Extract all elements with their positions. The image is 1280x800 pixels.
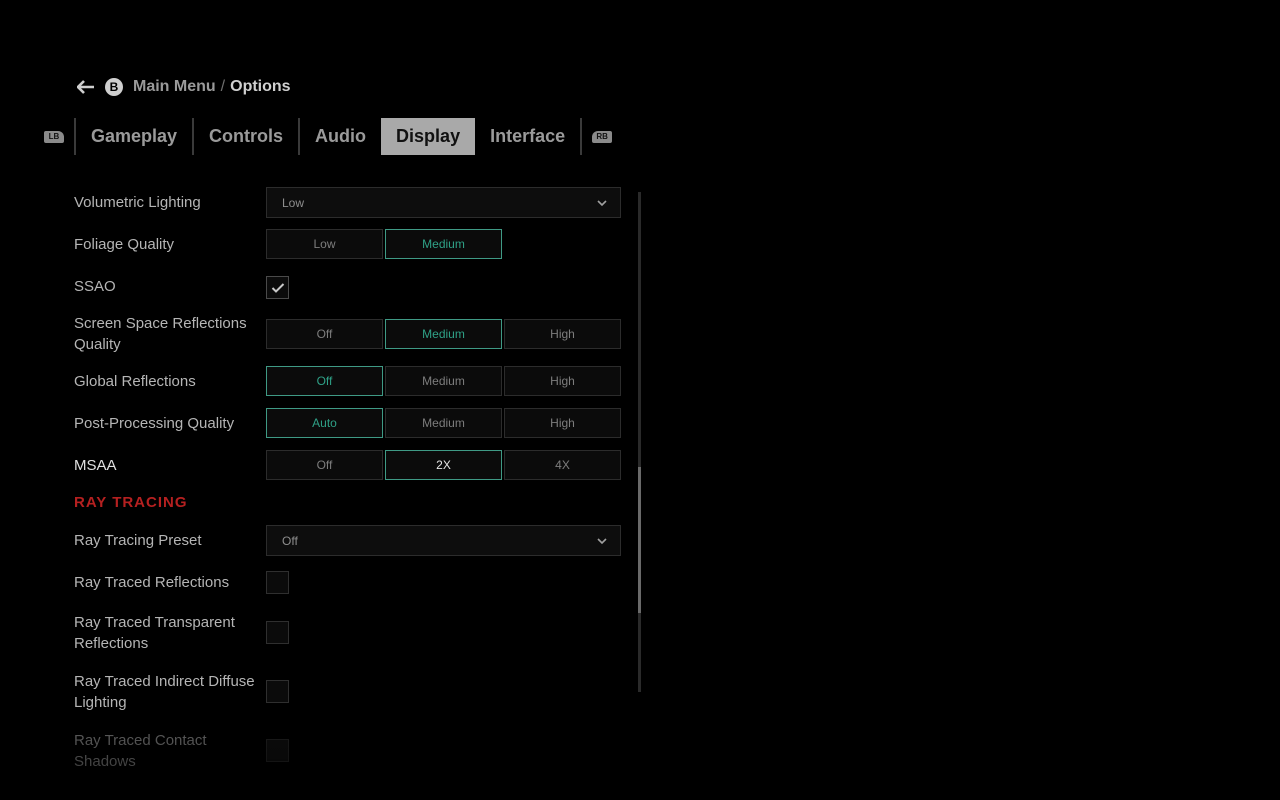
foliage-quality-option-selected[interactable]: Medium: [385, 229, 502, 259]
tab-divider: [580, 118, 583, 155]
msaa-option[interactable]: 4X: [504, 450, 621, 480]
chevron-down-icon: [596, 535, 608, 547]
setting-row-msaa: MSAA Off 2X 4X: [74, 450, 626, 482]
b-button-icon: B: [105, 78, 123, 96]
msaa-option[interactable]: Off: [266, 450, 383, 480]
breadcrumb-separator: /: [220, 78, 226, 95]
setting-row-post-processing: Post-Processing Quality Auto Medium High: [74, 408, 626, 440]
chevron-down-icon: [596, 197, 608, 209]
settings-list: Volumetric Lighting Low Foliage Quality …: [74, 182, 626, 780]
setting-row-ray-tracing-preset: Ray Tracing Preset Off: [74, 520, 626, 556]
setting-label: Ray Traced Contact Shadows: [74, 732, 207, 770]
ssao-checkbox[interactable]: [266, 276, 289, 299]
setting-label: Foliage Quality: [74, 236, 175, 253]
setting-row-volumetric-lighting: Volumetric Lighting Low: [74, 182, 626, 218]
setting-row-rt-reflections: Ray Traced Reflections: [74, 571, 626, 601]
breadcrumb: B Main Menu / Options: [76, 76, 291, 98]
setting-label: Ray Traced Reflections: [74, 574, 230, 591]
setting-label: Screen Space Reflections Quality: [74, 315, 247, 353]
tab-bar: LB Gameplay Controls Audio Display Inter…: [44, 118, 613, 155]
global-reflections-option-selected[interactable]: Off: [266, 366, 383, 396]
setting-row-global-reflections: Global Reflections Off Medium High: [74, 366, 626, 398]
global-reflections-option[interactable]: Medium: [385, 366, 502, 396]
volumetric-lighting-dropdown[interactable]: Low: [266, 187, 621, 218]
setting-label: Global Reflections: [74, 373, 196, 390]
tab-audio[interactable]: Audio: [300, 118, 381, 155]
tab-controls[interactable]: Controls: [194, 118, 298, 155]
tab-display[interactable]: Display: [381, 118, 476, 155]
ssr-option-selected[interactable]: Medium: [385, 319, 502, 349]
section-heading-ray-tracing: RAY TRACING: [74, 494, 188, 511]
global-reflections-option[interactable]: High: [504, 366, 621, 396]
rt-transparent-checkbox[interactable]: [266, 621, 289, 644]
setting-label: Ray Traced Transparent Reflections: [74, 614, 235, 652]
ssr-option[interactable]: High: [504, 319, 621, 349]
lb-bumper-icon[interactable]: LB: [44, 130, 64, 143]
setting-row-foliage-quality: Foliage Quality Low Medium: [74, 229, 626, 265]
breadcrumb-current: Options: [230, 78, 291, 95]
setting-label: Ray Tracing Preset: [74, 532, 202, 549]
rt-reflections-checkbox[interactable]: [266, 571, 289, 594]
msaa-option-selected[interactable]: 2X: [385, 450, 502, 480]
breadcrumb-main-menu[interactable]: Main Menu: [133, 78, 216, 96]
setting-row-ssr-quality: Screen Space Reflections Quality Off Med…: [74, 313, 626, 363]
setting-row-ssao: SSAO: [74, 276, 626, 306]
setting-row-rt-contact-shadows: Ray Traced Contact Shadows: [74, 730, 626, 780]
setting-label: Post-Processing Quality: [74, 415, 235, 432]
tab-interface[interactable]: Interface: [475, 118, 580, 155]
setting-label: Ray Traced Indirect Diffuse Lighting: [74, 673, 255, 711]
dropdown-value: Low: [282, 196, 305, 210]
dropdown-value: Off: [282, 534, 298, 548]
rb-bumper-icon[interactable]: RB: [592, 130, 613, 143]
post-processing-option[interactable]: High: [504, 408, 621, 438]
rt-indirect-checkbox[interactable]: [266, 680, 289, 703]
rt-contact-shadows-checkbox[interactable]: [266, 739, 289, 762]
scrollbar-thumb[interactable]: [638, 467, 641, 613]
post-processing-option[interactable]: Medium: [385, 408, 502, 438]
setting-label: SSAO: [74, 278, 116, 295]
setting-label: Volumetric Lighting: [74, 194, 201, 211]
setting-row-rt-indirect: Ray Traced Indirect Diffuse Lighting: [74, 671, 626, 721]
checkmark-icon: [271, 282, 284, 293]
foliage-quality-option[interactable]: Low: [266, 229, 383, 259]
settings-scrollbar[interactable]: [638, 192, 641, 692]
ray-tracing-preset-dropdown[interactable]: Off: [266, 525, 621, 556]
setting-row-rt-transparent: Ray Traced Transparent Reflections: [74, 612, 626, 662]
back-arrow-icon[interactable]: [76, 77, 96, 97]
ssr-option[interactable]: Off: [266, 319, 383, 349]
setting-label: MSAA: [74, 457, 117, 474]
post-processing-option-selected[interactable]: Auto: [266, 408, 383, 438]
tab-gameplay[interactable]: Gameplay: [76, 118, 192, 155]
